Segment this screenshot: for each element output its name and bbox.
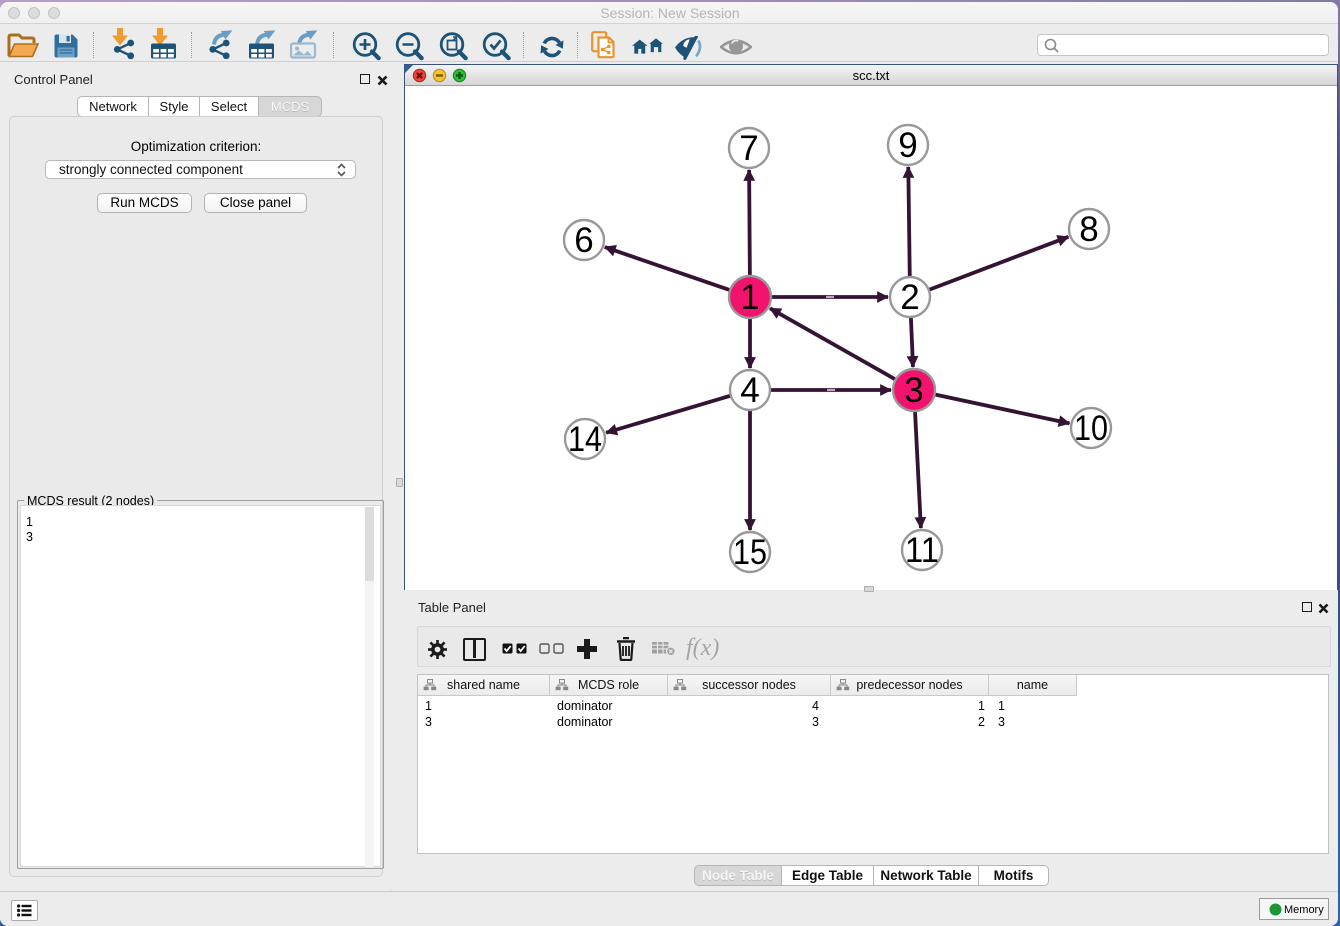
svg-text:15: 15: [733, 533, 767, 572]
svg-text:11: 11: [905, 531, 939, 570]
svg-text:2: 2: [900, 278, 919, 317]
svg-text:1: 1: [740, 278, 759, 317]
svg-text:4: 4: [740, 371, 759, 410]
svg-text:14: 14: [568, 420, 602, 459]
svg-text:7: 7: [739, 129, 758, 168]
svg-text:8: 8: [1079, 210, 1098, 249]
svg-text:9: 9: [898, 126, 917, 165]
svg-text:6: 6: [574, 221, 593, 260]
svg-text:3: 3: [904, 371, 923, 410]
svg-text:10: 10: [1074, 409, 1108, 448]
